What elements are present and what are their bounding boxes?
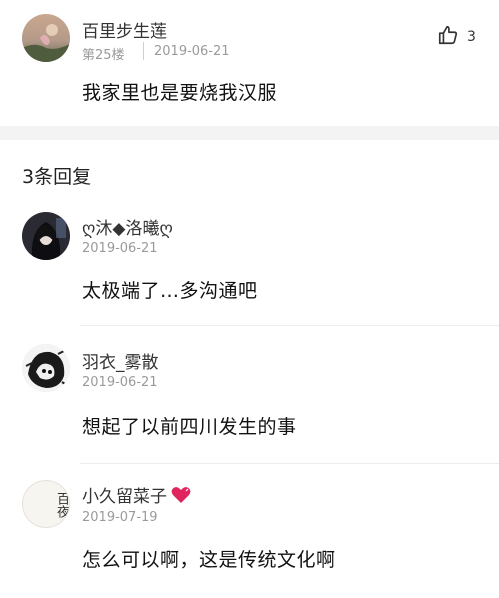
reply-author[interactable]: 羽衣_雾散 — [82, 348, 159, 373]
section-separator — [0, 126, 499, 140]
reply-text: 怎么可以啊，这是传统文化啊 — [82, 549, 336, 571]
heart-emoji-icon — [171, 486, 191, 504]
main-comment-avatar[interactable] — [22, 14, 70, 62]
reply-author-row[interactable]: 小久留菜子 — [82, 482, 191, 507]
reply-author: 小久留菜子 — [82, 487, 167, 507]
meta-divider — [143, 42, 144, 60]
avatar-calligraphy-text: 百夜 — [54, 492, 69, 518]
reply-date: 2019-06-21 — [82, 375, 158, 390]
replies-header: 3条回复 — [22, 166, 92, 188]
reply-date: 2019-06-21 — [82, 241, 158, 256]
reply-divider — [80, 463, 499, 464]
main-comment-text: 我家里也是要烧我汉服 — [82, 82, 278, 104]
main-comment-author[interactable]: 百里步生莲 — [82, 17, 167, 42]
reply-text: 想起了以前四川发生的事 — [82, 416, 297, 438]
reply-divider — [80, 325, 499, 326]
thumbs-up-icon — [437, 24, 459, 50]
like-count: 3 — [467, 29, 476, 45]
reply-avatar[interactable]: 百夜 — [22, 480, 70, 528]
like-button[interactable]: 3 — [437, 24, 476, 50]
main-comment-date: 2019-06-21 — [154, 44, 230, 59]
main-comment-floor: 第25楼 — [82, 48, 125, 63]
reply-avatar[interactable] — [22, 212, 70, 260]
reply-author[interactable]: ღ沐◆洛曦ღ — [82, 214, 173, 239]
reply-date: 2019-07-19 — [82, 510, 158, 525]
reply-text: 太极端了…多沟通吧 — [82, 280, 258, 302]
reply-avatar[interactable] — [22, 344, 70, 392]
